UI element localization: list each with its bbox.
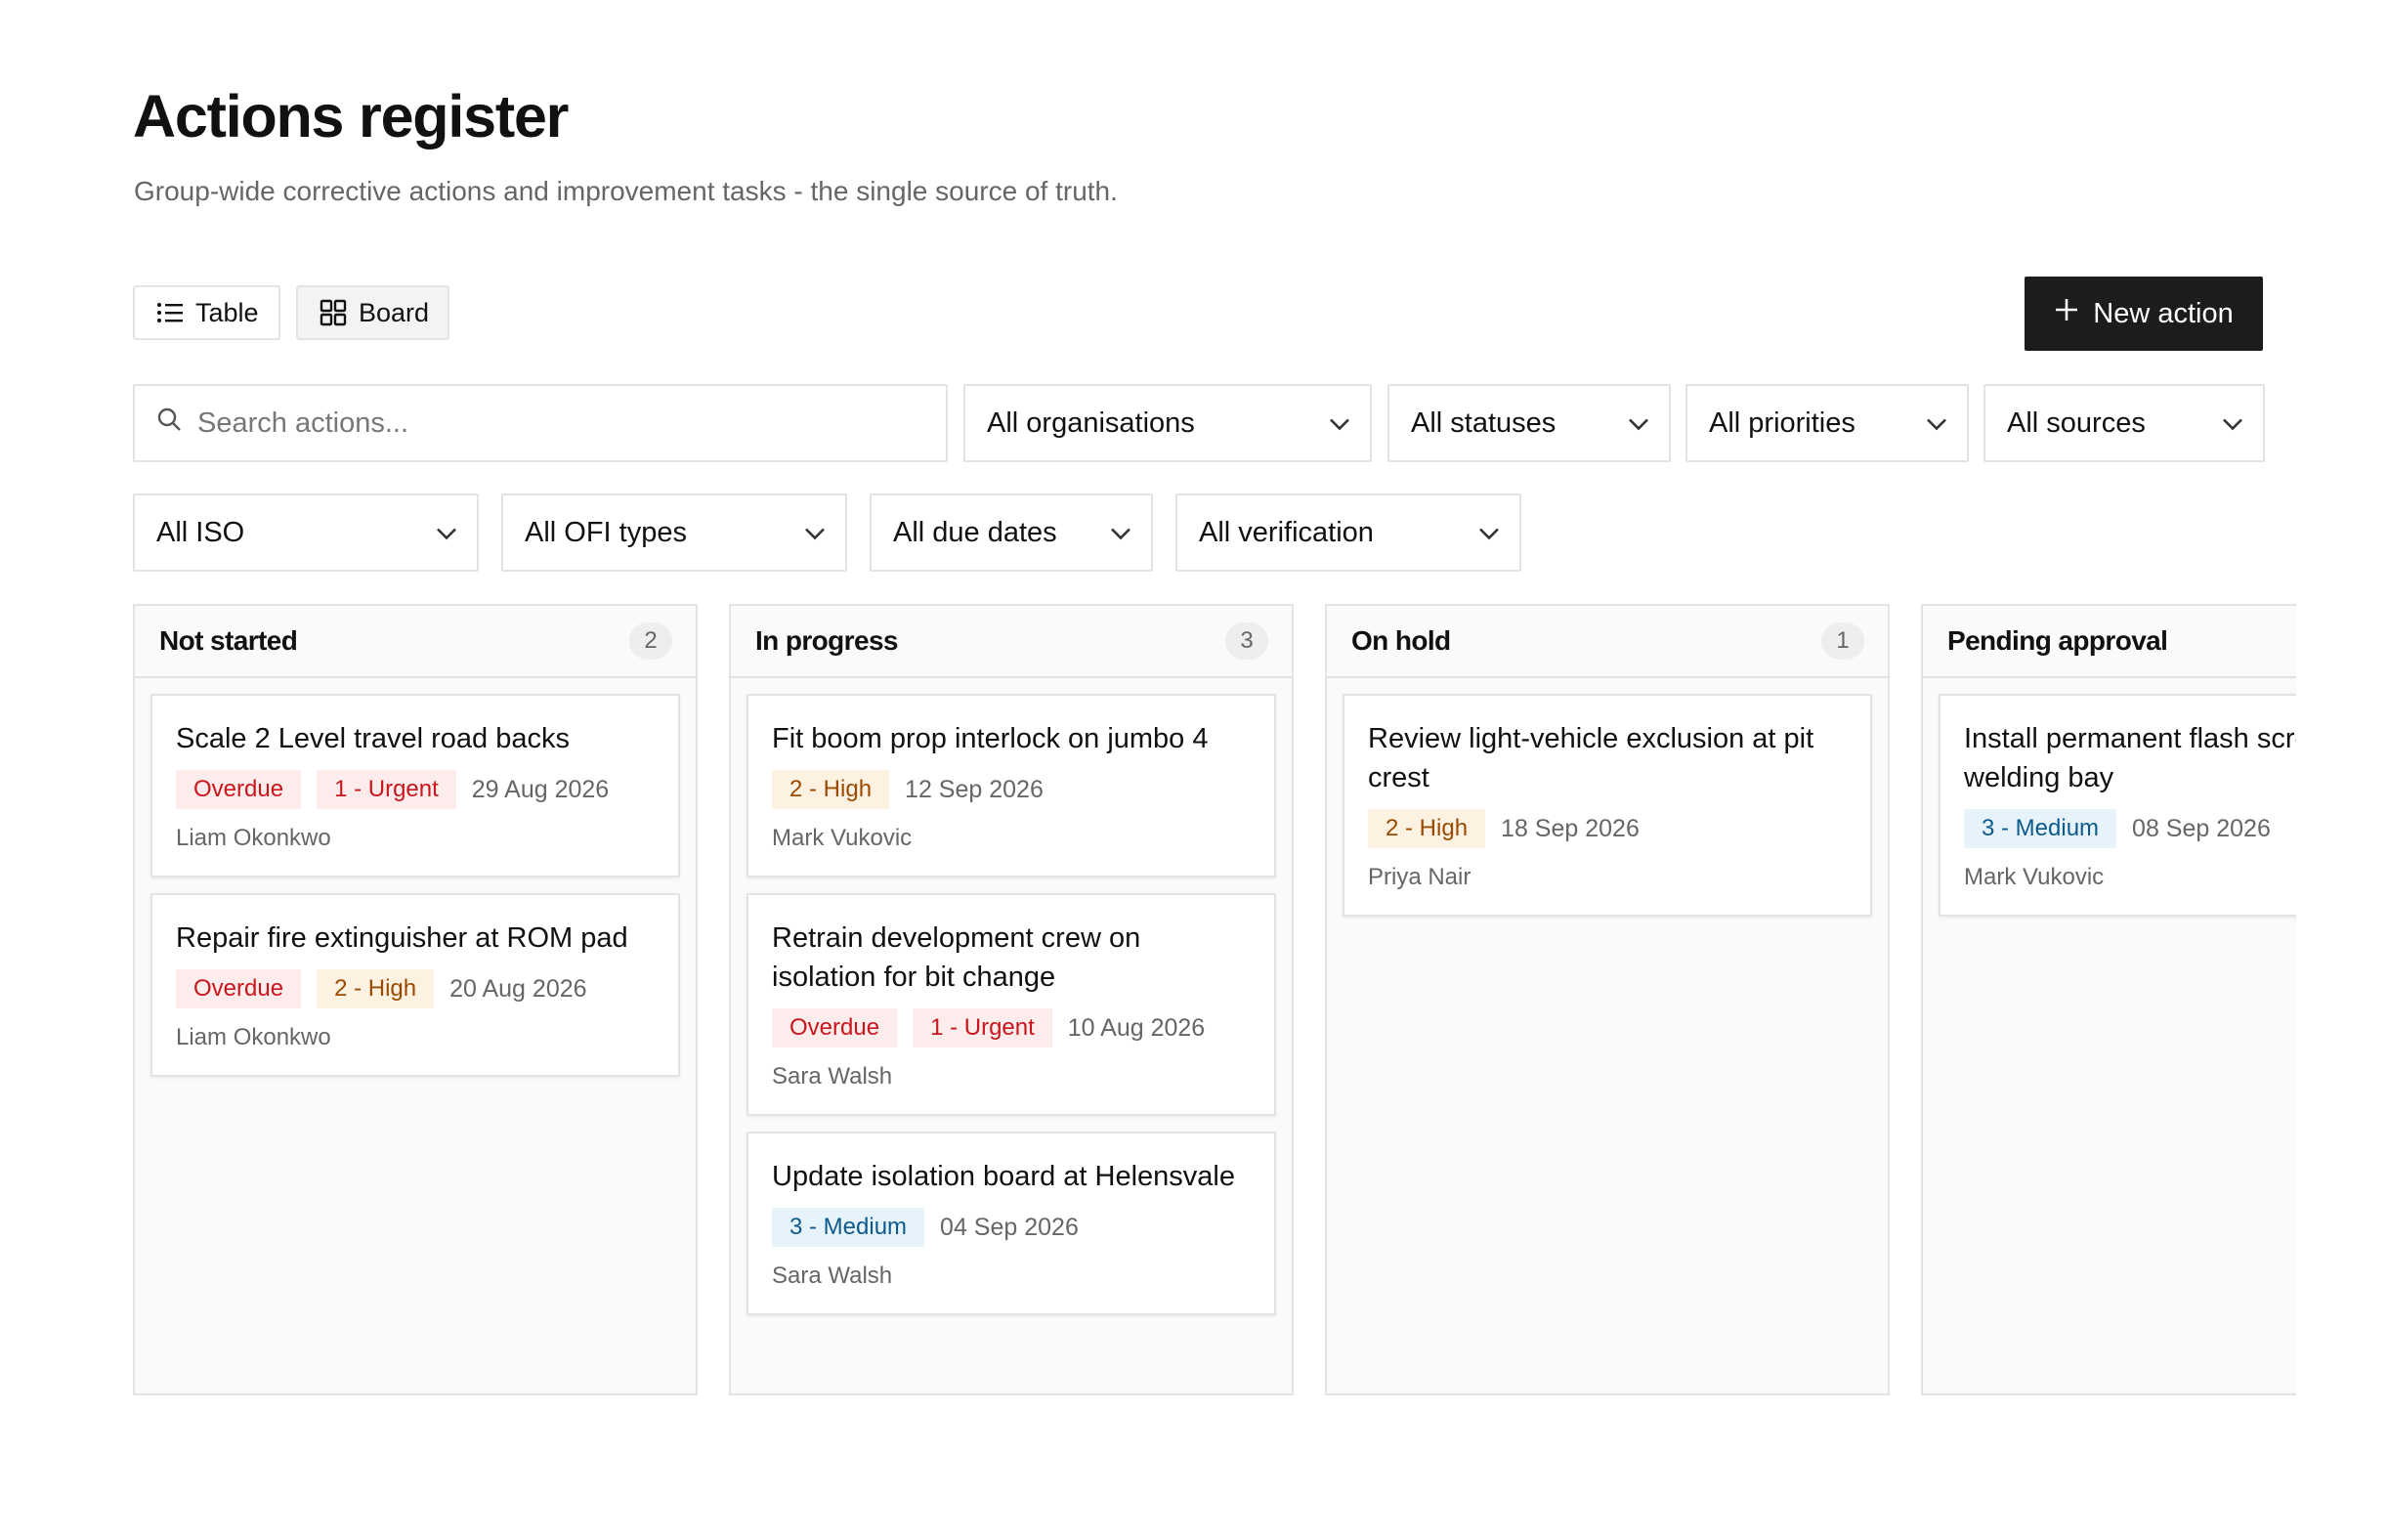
column-header: Not started 2: [135, 606, 696, 678]
chevron-down-icon: [1926, 407, 1947, 440]
action-owner: Sara Walsh: [772, 1262, 893, 1289]
column-not-started: Not started 2 Scale 2 Level travel road …: [133, 604, 698, 1395]
verification-filter[interactable]: All verification: [1175, 493, 1521, 572]
organisation-filter-value: All organisations: [987, 406, 1195, 439]
action-card[interactable]: Repair fire extinguisher at ROM pad Over…: [150, 893, 680, 1077]
board-view-label: Board: [359, 297, 430, 327]
due-date: 04 Sep 2026: [940, 1213, 1079, 1241]
chevron-down-icon: [1110, 517, 1131, 549]
priority-badge: 2 - High: [772, 770, 890, 809]
search-icon: [156, 406, 182, 440]
priority-filter-value: All priorities: [1709, 406, 1855, 439]
iso-filter[interactable]: All ISO: [133, 493, 479, 572]
board-view-button[interactable]: Board: [296, 285, 449, 340]
column-title: In progress: [755, 625, 898, 656]
verification-filter-value: All verification: [1199, 516, 1374, 548]
overdue-badge: Overdue: [176, 770, 302, 809]
priority-badge: 1 - Urgent: [913, 1008, 1052, 1048]
source-filter[interactable]: All sources: [1983, 384, 2265, 462]
column-header: In progress 3: [731, 606, 1292, 678]
action-owner: Sara Walsh: [772, 1063, 893, 1090]
actions-register-page: Actions register Group-wide corrective a…: [0, 0, 2388, 1540]
due-date: 10 Aug 2026: [1067, 1013, 1206, 1042]
page-title: Actions register: [133, 83, 569, 150]
due-date-filter[interactable]: All due dates: [870, 493, 1153, 572]
action-owner: Liam Okonkwo: [176, 825, 331, 851]
due-date-filter-value: All due dates: [893, 516, 1057, 548]
action-owner: Mark Vukovic: [1964, 864, 2105, 890]
status-filter-value: All statuses: [1411, 406, 1556, 439]
ofi-type-filter[interactable]: All OFI types: [501, 493, 847, 572]
kanban-board: Not started 2 Scale 2 Level travel road …: [133, 604, 2296, 1397]
column-title: Not started: [159, 625, 298, 656]
action-card-title: Scale 2 Level travel road backs: [176, 723, 570, 754]
column-title: On hold: [1351, 625, 1451, 656]
action-card[interactable]: Retrain development crew on isolation fo…: [746, 893, 1276, 1116]
priority-badge: 2 - High: [317, 969, 435, 1008]
column-count-badge: 2: [629, 622, 672, 660]
plus-icon: [2054, 297, 2079, 330]
column-pending-approval: Pending approval Install permanent flash…: [1921, 604, 2296, 1395]
source-filter-value: All sources: [2007, 406, 2146, 439]
chevron-down-icon: [1478, 517, 1500, 549]
action-card-title: Retrain development crew on isolation fo…: [772, 922, 1141, 993]
new-action-label: New action: [2093, 297, 2234, 329]
grid-icon: [320, 299, 347, 326]
action-owner: Liam Okonkwo: [176, 1024, 331, 1050]
action-card-title: Fit boom prop interlock on jumbo 4: [772, 723, 1209, 754]
status-filter[interactable]: All statuses: [1387, 384, 1671, 462]
action-owner: Mark Vukovic: [772, 825, 913, 851]
action-card[interactable]: Fit boom prop interlock on jumbo 4 2 - H…: [746, 694, 1276, 877]
search-placeholder: Search actions...: [197, 406, 408, 439]
list-icon: [156, 301, 184, 324]
action-card[interactable]: Scale 2 Level travel road backs Overdue …: [150, 694, 680, 877]
due-date: 12 Sep 2026: [905, 775, 1044, 803]
page-subtitle: Group-wide corrective actions and improv…: [134, 176, 1118, 206]
chevron-down-icon: [804, 517, 826, 549]
priority-badge: 1 - Urgent: [317, 770, 456, 809]
due-date: 08 Sep 2026: [2132, 814, 2271, 842]
action-card[interactable]: Install permanent flash screen at weldin…: [1939, 694, 2296, 917]
action-card-title: Install permanent flash screen at weldin…: [1964, 723, 2296, 793]
chevron-down-icon: [436, 517, 457, 549]
overdue-badge: Overdue: [176, 969, 302, 1008]
priority-badge: 2 - High: [1368, 809, 1486, 848]
action-card-title: Review light-vehicle exclusion at pit cr…: [1368, 723, 1814, 793]
action-card-title: Update isolation board at Helensvale: [772, 1161, 1235, 1192]
priority-badge: 3 - Medium: [772, 1208, 925, 1247]
new-action-button[interactable]: New action: [2025, 277, 2263, 351]
column-title: Pending approval: [1947, 625, 2168, 656]
search-input[interactable]: Search actions...: [133, 384, 948, 462]
chevron-down-icon: [1329, 407, 1350, 440]
due-date: 18 Sep 2026: [1501, 814, 1640, 842]
due-date: 29 Aug 2026: [471, 775, 610, 803]
priority-badge: 3 - Medium: [1964, 809, 2117, 848]
iso-filter-value: All ISO: [156, 516, 245, 548]
chevron-down-icon: [1628, 407, 1649, 440]
action-owner: Priya Nair: [1368, 864, 1471, 890]
ofi-type-filter-value: All OFI types: [525, 516, 687, 548]
due-date: 20 Aug 2026: [449, 974, 587, 1003]
action-card[interactable]: Update isolation board at Helensvale 3 -…: [746, 1132, 1276, 1315]
column-count-badge: 1: [1821, 622, 1864, 660]
action-card-title: Repair fire extinguisher at ROM pad: [176, 922, 628, 954]
column-header: On hold 1: [1327, 606, 1888, 678]
column-in-progress: In progress 3 Fit boom prop interlock on…: [729, 604, 1294, 1395]
table-view-button[interactable]: Table: [133, 285, 280, 340]
column-count-badge: 3: [1225, 622, 1268, 660]
priority-filter[interactable]: All priorities: [1685, 384, 1969, 462]
column-header: Pending approval: [1923, 606, 2296, 678]
action-card[interactable]: Review light-vehicle exclusion at pit cr…: [1343, 694, 1872, 917]
overdue-badge: Overdue: [772, 1008, 898, 1048]
table-view-label: Table: [195, 297, 259, 327]
column-on-hold: On hold 1 Review light-vehicle exclusion…: [1325, 604, 1890, 1395]
organisation-filter[interactable]: All organisations: [963, 384, 1372, 462]
chevron-down-icon: [2222, 407, 2243, 440]
